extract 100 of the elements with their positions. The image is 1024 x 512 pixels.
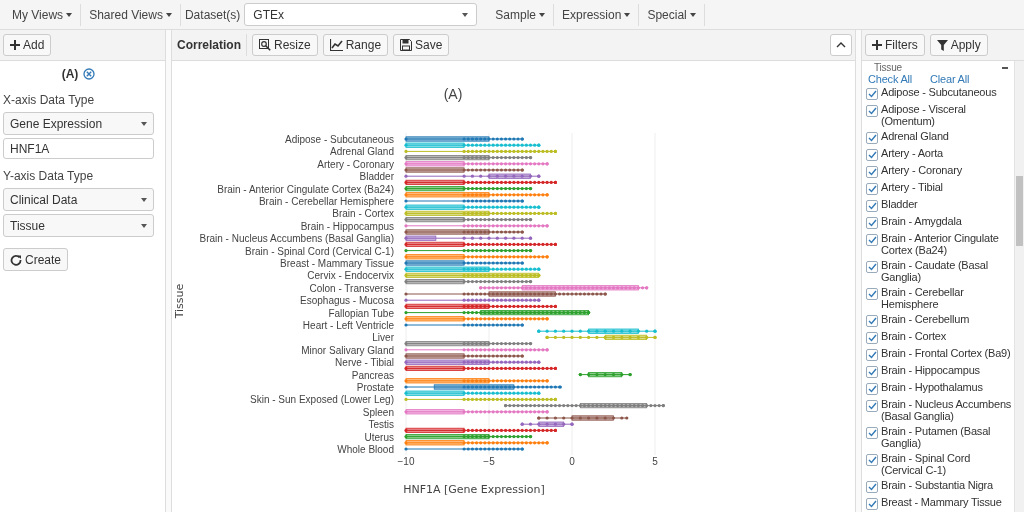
checkbox[interactable] — [866, 88, 878, 100]
filter-option-label: Brain - Cerebellum — [881, 314, 970, 326]
row-label: Prostate — [356, 382, 394, 393]
checkbox[interactable] — [866, 366, 878, 378]
collapse-icon[interactable] — [1002, 66, 1008, 69]
y-type-select[interactable]: Clinical Data — [3, 188, 154, 211]
caret-icon — [689, 12, 696, 17]
axis-tick-label: 5 — [652, 456, 658, 467]
caret-icon — [141, 197, 147, 202]
checkbox[interactable] — [866, 315, 878, 327]
add-button[interactable]: Add — [3, 34, 52, 56]
menu-button[interactable]: Expression — [554, 3, 640, 26]
row-label: Colon - Transverse — [309, 282, 394, 294]
row-label: Brain - Cortex — [332, 208, 394, 220]
filter-option-label: Brain - Cerebellar Hemisphere — [881, 287, 965, 310]
checkbox[interactable] — [866, 105, 878, 117]
checkbox[interactable] — [866, 383, 878, 395]
checkbox[interactable] — [866, 498, 878, 510]
caret-icon — [141, 223, 147, 228]
row-label: Esophagus - Mucosa — [300, 295, 394, 307]
panel-title: Correlation — [175, 34, 247, 56]
range-button[interactable]: Range — [322, 34, 389, 56]
filter-option-label: Artery - Coronary — [881, 165, 962, 177]
row-label: Brain - Spinal Cord (Cervical C-1) — [245, 245, 394, 257]
row-label: Spleen — [362, 406, 394, 418]
collapse-button[interactable] — [830, 34, 852, 56]
row-label: Whole Blood — [337, 444, 394, 455]
checkbox[interactable] — [866, 349, 878, 361]
checkbox[interactable] — [866, 132, 878, 144]
filter-option-label: Brain - Amygdala — [881, 216, 962, 228]
filter-option-label: Adrenal Gland — [881, 131, 949, 143]
create-button[interactable]: Create — [3, 248, 69, 271]
zoom-box-icon — [259, 39, 271, 51]
checkbox[interactable] — [866, 183, 878, 195]
filter-option-label: Brain - Cortex — [881, 331, 947, 343]
plus-icon — [872, 40, 882, 50]
clear-all-link[interactable]: Clear All — [930, 73, 970, 85]
menu-button[interactable]: Sample — [487, 3, 554, 26]
row-label: Brain - Nucleus Accumbens (Basal Ganglia) — [199, 233, 394, 245]
caret-icon — [539, 12, 545, 17]
checkbox[interactable] — [866, 427, 878, 439]
checkbox[interactable] — [866, 454, 878, 466]
dataset-label: Dataset(s) — [183, 7, 242, 22]
menu-button[interactable]: My Views — [4, 3, 82, 26]
x-type-select[interactable]: Gene Expression — [3, 112, 154, 135]
box-plot — [578, 372, 632, 378]
filter-option-label: Brain - Nucleus Accumbens (Basal Ganglia) — [881, 399, 1013, 422]
axis-tick-label: −10 — [397, 456, 415, 467]
funnel-icon — [936, 39, 948, 51]
row-label: Adrenal Gland — [330, 146, 394, 158]
refresh-icon — [10, 253, 22, 266]
filter-option-label: Adipose - Subcutaneous — [881, 87, 997, 99]
chart-title: (A) — [443, 86, 463, 102]
axis-tick-label: 0 — [569, 456, 575, 467]
filter-option-label: Brain - Frontal Cortex (Ba9) — [881, 348, 1011, 360]
row-label: Nerve - Tibial — [335, 357, 394, 369]
line-chart-icon — [329, 39, 343, 51]
checkbox[interactable] — [866, 234, 878, 246]
scrollbar-thumb[interactable] — [1016, 176, 1023, 246]
menu-button[interactable]: Shared Views — [81, 3, 181, 26]
section-title: Tissue — [874, 62, 902, 73]
caret-icon — [462, 12, 469, 17]
filter-option-label: Brain - Substantia Nigra — [881, 480, 993, 492]
filter-option-label: Adipose - Visceral (Omentum) — [881, 104, 967, 127]
checkbox[interactable] — [866, 400, 878, 412]
apply-button[interactable]: Apply — [929, 34, 988, 56]
checkbox[interactable] — [866, 261, 878, 273]
y-field-select[interactable]: Tissue — [3, 214, 154, 237]
close-icon[interactable] — [83, 68, 96, 80]
row-label: Heart - Left Ventricle — [302, 320, 394, 331]
row-label: Cervix - Endocervix — [307, 270, 394, 282]
checkbox[interactable] — [866, 200, 878, 212]
x-axis-title: HNF1A [Gene Expression] — [403, 483, 545, 496]
row-label: Minor Salivary Gland — [301, 344, 394, 356]
filter-option-label: Brain - Spinal Cord (Cervical C-1) — [881, 453, 972, 476]
row-label: Brain - Anterior Cingulate Cortex (Ba24) — [217, 183, 394, 195]
row-label: Liver — [372, 332, 394, 344]
check-all-link[interactable]: Check All — [868, 73, 913, 85]
add-filter-button[interactable]: Filters — [865, 34, 925, 56]
filter-option-label: Brain - Caudate (Basal Ganglia) — [881, 260, 989, 283]
checkbox[interactable] — [866, 149, 878, 161]
save-button[interactable]: Save — [393, 34, 450, 56]
row-label: Brain - Cerebellar Hemisphere — [258, 196, 394, 207]
row-label: Skin - Sun Exposed (Lower Leg) — [250, 394, 394, 406]
filter-option-label: Breast - Mammary Tissue — [881, 497, 1002, 509]
checkbox[interactable] — [866, 288, 878, 300]
checkbox[interactable] — [866, 217, 878, 229]
caret-icon — [165, 12, 172, 17]
dataset-select[interactable]: GTEx — [244, 3, 478, 26]
filter-option-label: Brain - Hippocampus — [881, 365, 980, 377]
gene-input-field[interactable]: HNF1A — [3, 138, 154, 159]
filter-option-label: Artery - Aorta — [881, 148, 943, 160]
checkbox[interactable] — [866, 166, 878, 178]
resize-button[interactable]: Resize — [252, 34, 318, 56]
row-label: Pancreas — [351, 369, 394, 381]
axis-tick-label: −5 — [483, 456, 495, 467]
filter-option-label: Brain - Putamen (Basal Ganglia) — [881, 426, 992, 449]
checkbox[interactable] — [866, 481, 878, 493]
checkbox[interactable] — [866, 332, 878, 344]
menu-button[interactable]: Special — [639, 3, 705, 26]
